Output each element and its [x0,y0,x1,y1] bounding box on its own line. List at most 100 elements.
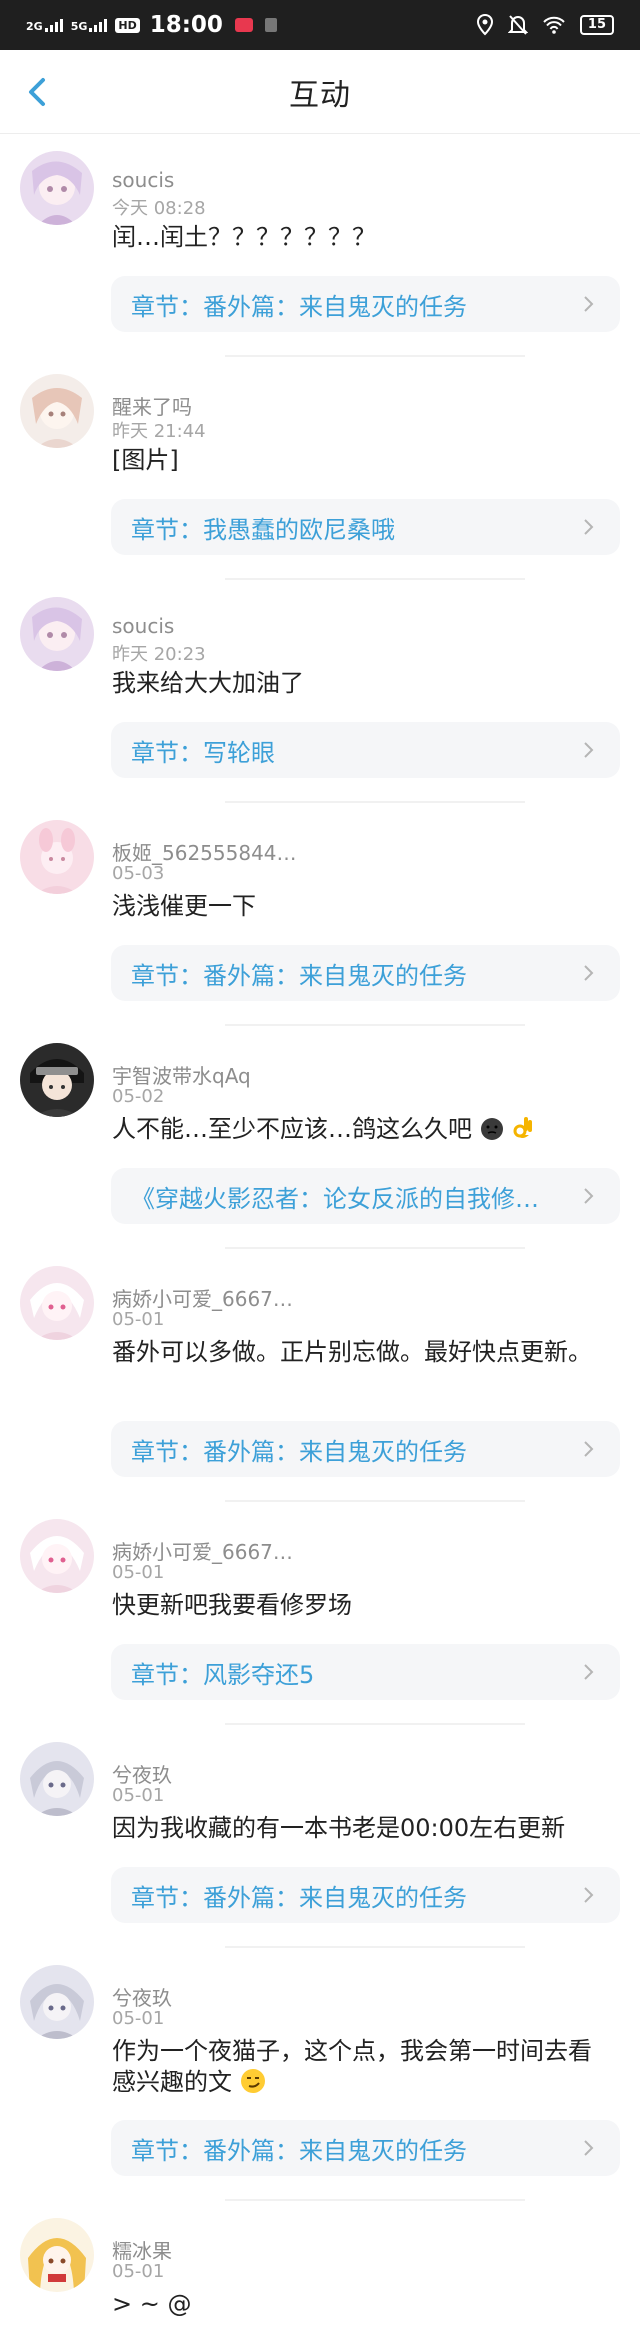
comment-text: 快更新吧我要看修罗场 [112,1591,352,1619]
nav-bar: 互动 [0,50,640,134]
comment-item: 糯冰果 05-01 > ~ @ [0,2201,640,2351]
back-arrow-icon[interactable] [18,72,58,112]
username[interactable]: 兮夜玖 [112,1759,172,1788]
avatar[interactable] [20,597,94,671]
username[interactable]: 宇智波带水qAq [112,1060,251,1089]
avatar[interactable] [20,1043,94,1117]
hd-badge: HD [115,17,140,33]
comment-text: [图片] [112,446,179,474]
avatar[interactable] [20,1742,94,1816]
comment-date: 05-02 [112,1086,165,1107]
chevron-right-icon [584,1441,594,1457]
chapter-link-label: 章节：写轮眼 [131,738,275,767]
chapter-link[interactable]: 章节：番外篇：来自鬼灭的任务 [111,276,620,332]
chapter-link-label: 章节：番外篇：来自鬼灭的任务 [131,1437,467,1466]
ok-hand-emoji-icon [513,1117,533,1138]
chapter-link[interactable]: 章节：风影夺还5 [111,1644,620,1700]
username[interactable]: 糯冰果 [112,2235,172,2264]
chevron-right-icon [584,1887,594,1903]
smirk-emoji-icon [240,2069,265,2093]
chevron-right-icon [584,296,594,312]
avatar[interactable] [20,374,94,448]
comment-text: 作为一个夜猫子，这个点，我会第一时间去看感兴趣的文 [112,2036,612,2098]
comment-date: 05-01 [112,2261,165,2282]
avatar[interactable] [20,1266,94,1340]
comment-text: 因为我收藏的有一本书老是00:00左右更新 [112,1814,566,1842]
chevron-right-icon [584,1188,594,1204]
comment-item: 兮夜玖 05-01 作为一个夜猫子，这个点，我会第一时间去看感兴趣的文 章节：番… [0,1948,640,2201]
chapter-link[interactable]: 章节：番外篇：来自鬼灭的任务 [111,945,620,1001]
username[interactable]: soucis [112,614,174,638]
clock: 18:00 [149,12,223,38]
chapter-link-label: 章节：番外篇：来自鬼灭的任务 [131,2136,467,2165]
chapter-link-label: 章节：番外篇：来自鬼灭的任务 [131,1883,467,1912]
avatar[interactable] [20,151,94,225]
mute-bell-icon [507,15,528,35]
chevron-right-icon [584,519,594,535]
app-notification-icon [234,18,253,32]
chevron-right-icon [584,965,594,981]
comment-feed: soucis 今天 08:28 闰…闰土？？？？？？？ 章节：番外篇：来自鬼灭的… [0,134,640,2351]
username[interactable]: 醒来了吗 [112,391,192,420]
chapter-link-label: 《穿越火影忍者：论女反派的自我修… [131,1184,539,1213]
signal-5g: 5G [71,18,108,32]
chevron-right-icon [584,2140,594,2156]
comment-date: 05-01 [112,1562,165,1583]
avatar[interactable] [20,1519,94,1593]
chapter-link[interactable]: 章节：写轮眼 [111,722,620,778]
signal-2g: 2G [26,18,63,32]
avatar[interactable] [20,820,94,894]
comment-text: 番外可以多做。正片别忘做。最好快点更新。 [112,1338,592,1366]
chapter-link-label: 章节：番外篇：来自鬼灭的任务 [131,961,467,990]
comment-text: 我来给大大加油了 [112,669,304,697]
username[interactable]: soucis [112,168,174,192]
status-bar: 2G 5G HD 18:00 15 [0,0,640,50]
avatar[interactable] [20,2218,94,2292]
comment-date: 05-01 [112,1785,165,1806]
comment-item: 板姬_562555844… 05-03 浅浅催更一下 章节：番外篇：来自鬼灭的任… [0,803,640,1026]
comment-date: 05-01 [112,1309,165,1330]
comment-text: 人不能…至少不应该…鸽这么久吧 [112,1114,612,1145]
chapter-link[interactable]: 章节：番外篇：来自鬼灭的任务 [111,1421,620,1477]
dark-face-emoji-icon [480,1118,503,1140]
chapter-link[interactable]: 章节：番外篇：来自鬼灭的任务 [111,2120,620,2176]
avatar[interactable] [20,1965,94,2039]
comment-item: 醒来了吗 昨天 21:44 [图片] 章节：我愚蠢的欧尼桑哦 [0,357,640,580]
page-title: 互动 [289,77,351,113]
location-icon [476,14,493,36]
comment-item: 病娇小可爱_6667… 05-01 番外可以多做。正片别忘做。最好快点更新。 章… [0,1249,640,1502]
chapter-link-label: 章节：我愚蠢的欧尼桑哦 [131,515,395,544]
comment-text-body: 作为一个夜猫子，这个点，我会第一时间去看感兴趣的文 [112,2037,592,2096]
comment-text: 闰…闰土？？？？？？？ [112,223,376,251]
comment-date: 05-01 [112,2008,165,2029]
signal-bars-icon [44,18,63,32]
comment-item: soucis 昨天 20:23 我来给大大加油了 章节：写轮眼 [0,580,640,803]
username[interactable]: 板姬_562555844… [112,837,297,866]
chapter-link[interactable]: 章节：我愚蠢的欧尼桑哦 [111,499,620,555]
comment-date: 昨天 20:23 [112,644,206,665]
chapter-link-label: 章节：风影夺还5 [131,1660,315,1689]
comment-date: 今天 08:28 [112,198,206,219]
chapter-link[interactable]: 《穿越火影忍者：论女反派的自我修… [111,1168,620,1224]
chevron-right-icon [584,742,594,758]
comment-text: > ~ @ [112,2290,192,2318]
comment-text-body: 人不能…至少不应该…鸽这么久吧 [112,1115,472,1143]
battery-icon: 15 [579,15,614,35]
signal-5g-label: 5G [70,20,88,33]
chapter-link-label: 章节：番外篇：来自鬼灭的任务 [131,292,467,321]
comment-item: soucis 今天 08:28 闰…闰土？？？？？？？ 章节：番外篇：来自鬼灭的… [0,134,640,357]
comment-item: 宇智波带水qAq 05-02 人不能…至少不应该…鸽这么久吧 《穿越火影忍者：论… [0,1026,640,1249]
signal-bars-icon [89,18,108,32]
comment-date: 05-03 [112,863,165,884]
username[interactable]: 病娇小可爱_6667… [112,1283,293,1312]
notification-icon [264,18,277,32]
signal-2g-label: 2G [26,20,43,33]
chevron-right-icon [584,1664,594,1680]
chapter-link[interactable]: 章节：番外篇：来自鬼灭的任务 [111,1867,620,1923]
comment-date: 昨天 21:44 [112,421,206,442]
username[interactable]: 兮夜玖 [112,1982,172,2011]
comment-text: 浅浅催更一下 [112,892,256,920]
username[interactable]: 病娇小可爱_6667… [112,1536,293,1565]
wifi-icon [543,16,565,34]
comment-item: 兮夜玖 05-01 因为我收藏的有一本书老是00:00左右更新 章节：番外篇：来… [0,1725,640,1948]
